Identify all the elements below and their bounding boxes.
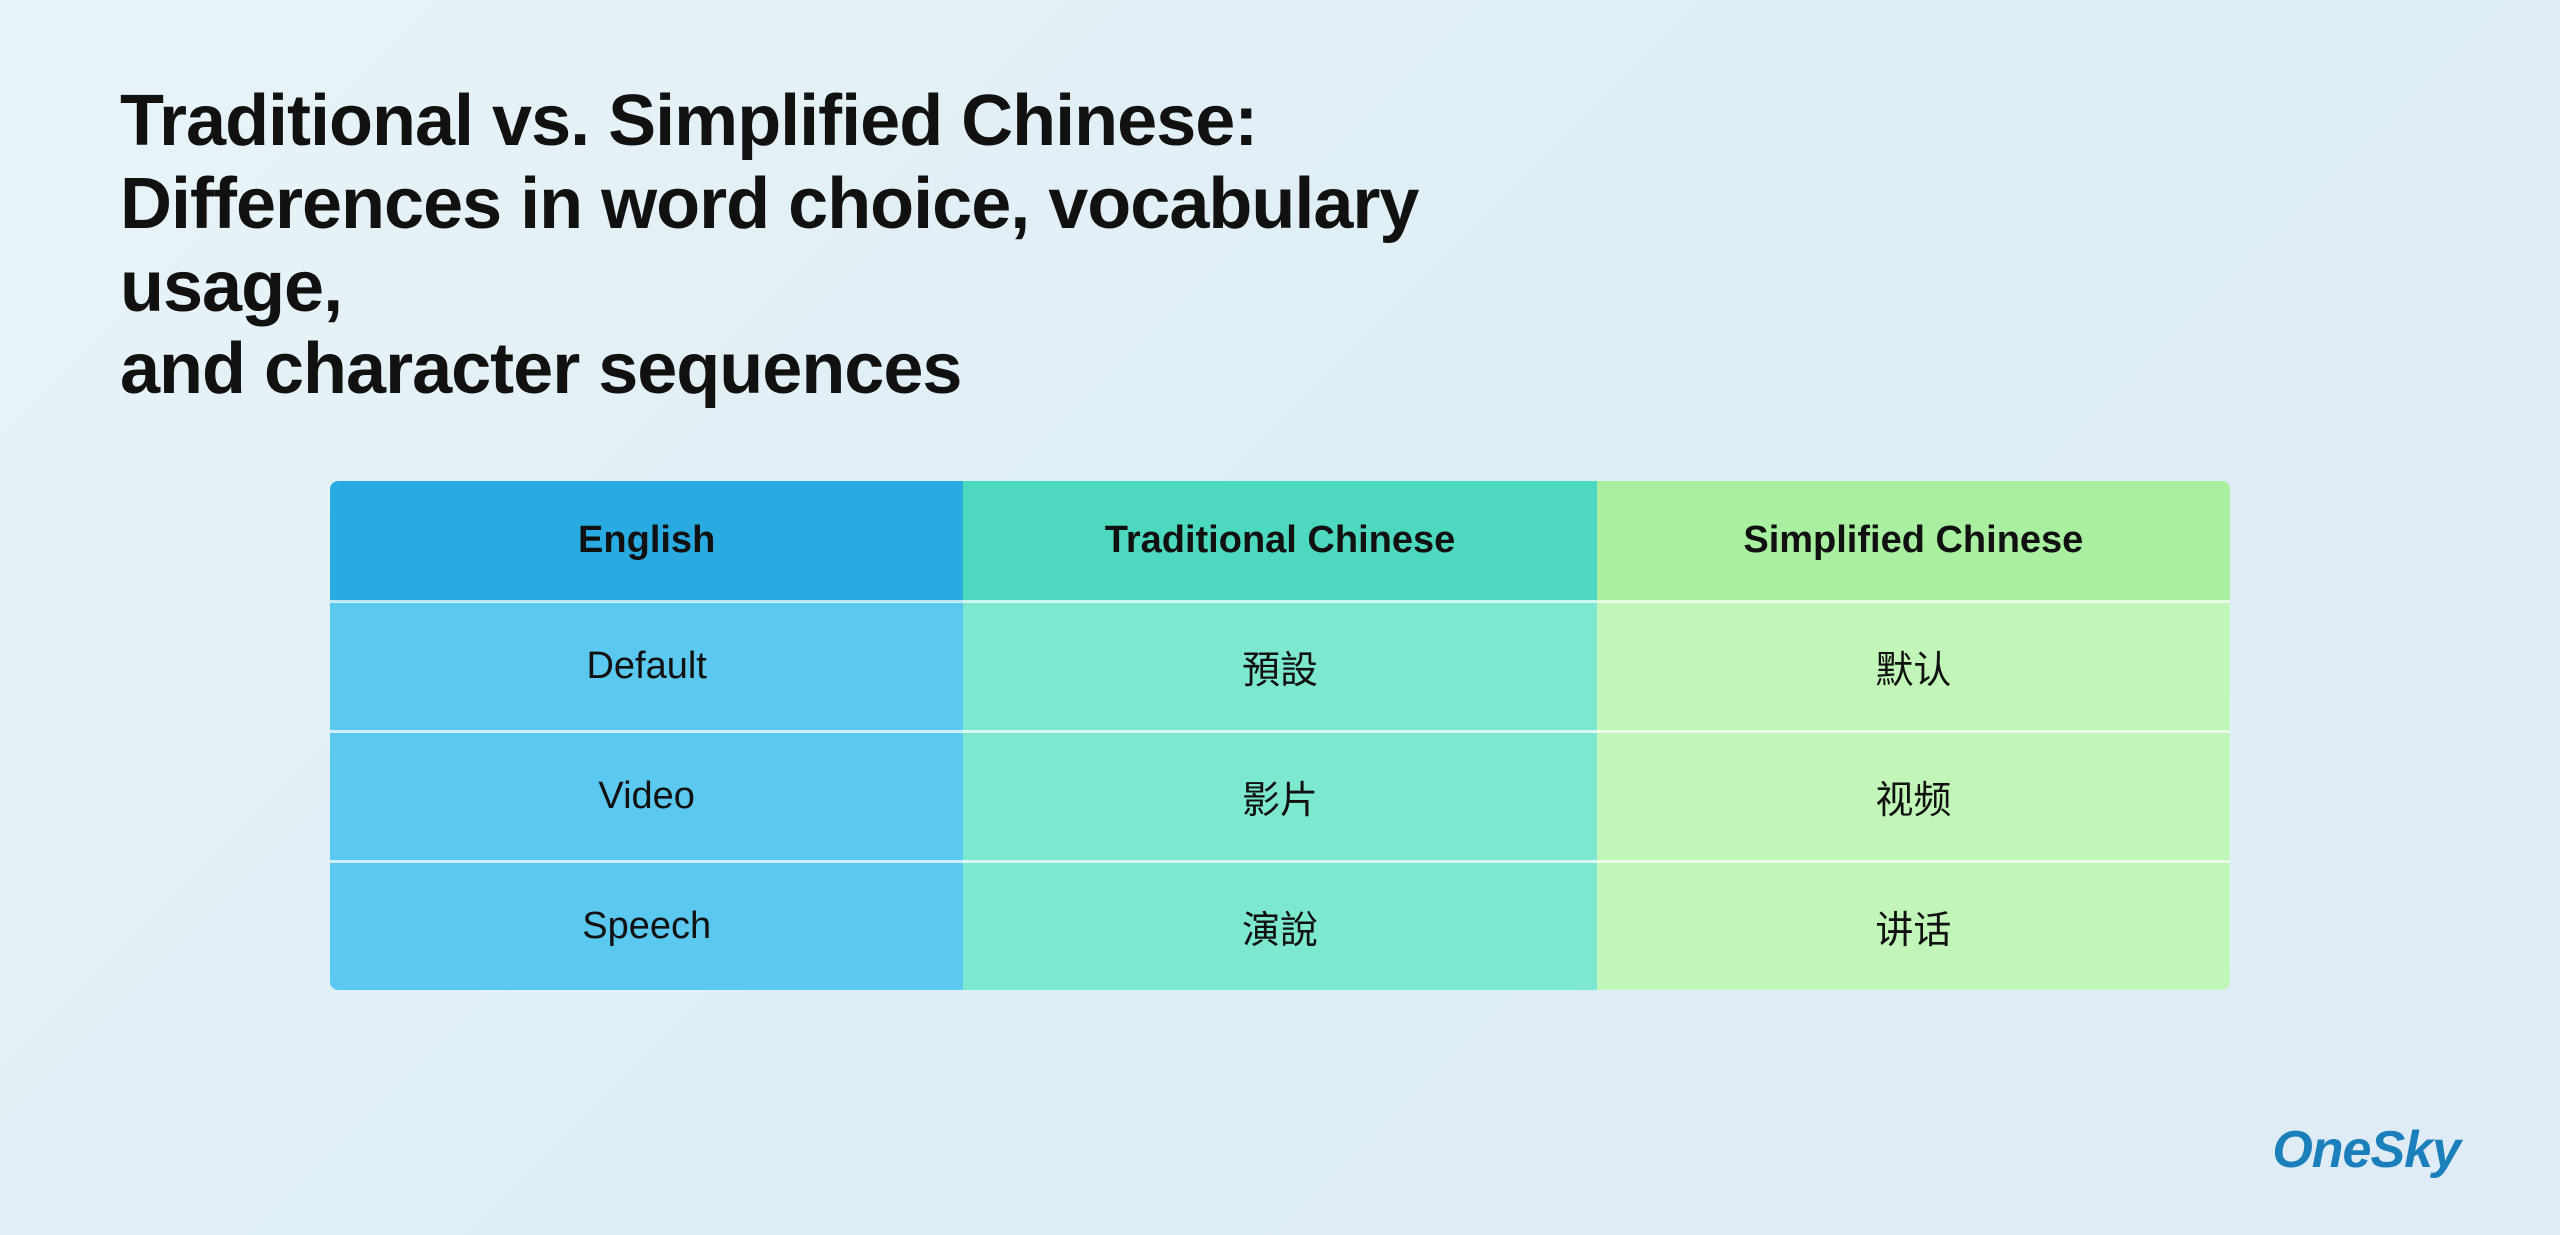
row3-english: Speech: [330, 862, 963, 991]
row2-traditional: 影片: [963, 732, 1596, 862]
table-wrapper: English Traditional Chinese Simplified C…: [120, 481, 2440, 1175]
table-row: Speech 演說 讲话: [330, 862, 2230, 991]
table-header-row: English Traditional Chinese Simplified C…: [330, 481, 2230, 602]
onesky-logo: OneSky: [2272, 1120, 2460, 1180]
main-container: Traditional vs. Simplified Chinese: Diff…: [0, 0, 2560, 1235]
row3-traditional: 演說: [963, 862, 1596, 991]
page-title: Traditional vs. Simplified Chinese: Diff…: [120, 80, 1520, 411]
header-simplified: Simplified Chinese: [1597, 481, 2230, 602]
header-traditional: Traditional Chinese: [963, 481, 1596, 602]
row1-simplified: 默认: [1597, 602, 2230, 732]
table-row: Video 影片 视频: [330, 732, 2230, 862]
table-row: Default 預設 默认: [330, 602, 2230, 732]
row1-traditional: 預設: [963, 602, 1596, 732]
comparison-table: English Traditional Chinese Simplified C…: [330, 481, 2230, 990]
row1-english: Default: [330, 602, 963, 732]
row3-simplified: 讲话: [1597, 862, 2230, 991]
header-english: English: [330, 481, 963, 602]
row2-simplified: 视频: [1597, 732, 2230, 862]
row2-english: Video: [330, 732, 963, 862]
